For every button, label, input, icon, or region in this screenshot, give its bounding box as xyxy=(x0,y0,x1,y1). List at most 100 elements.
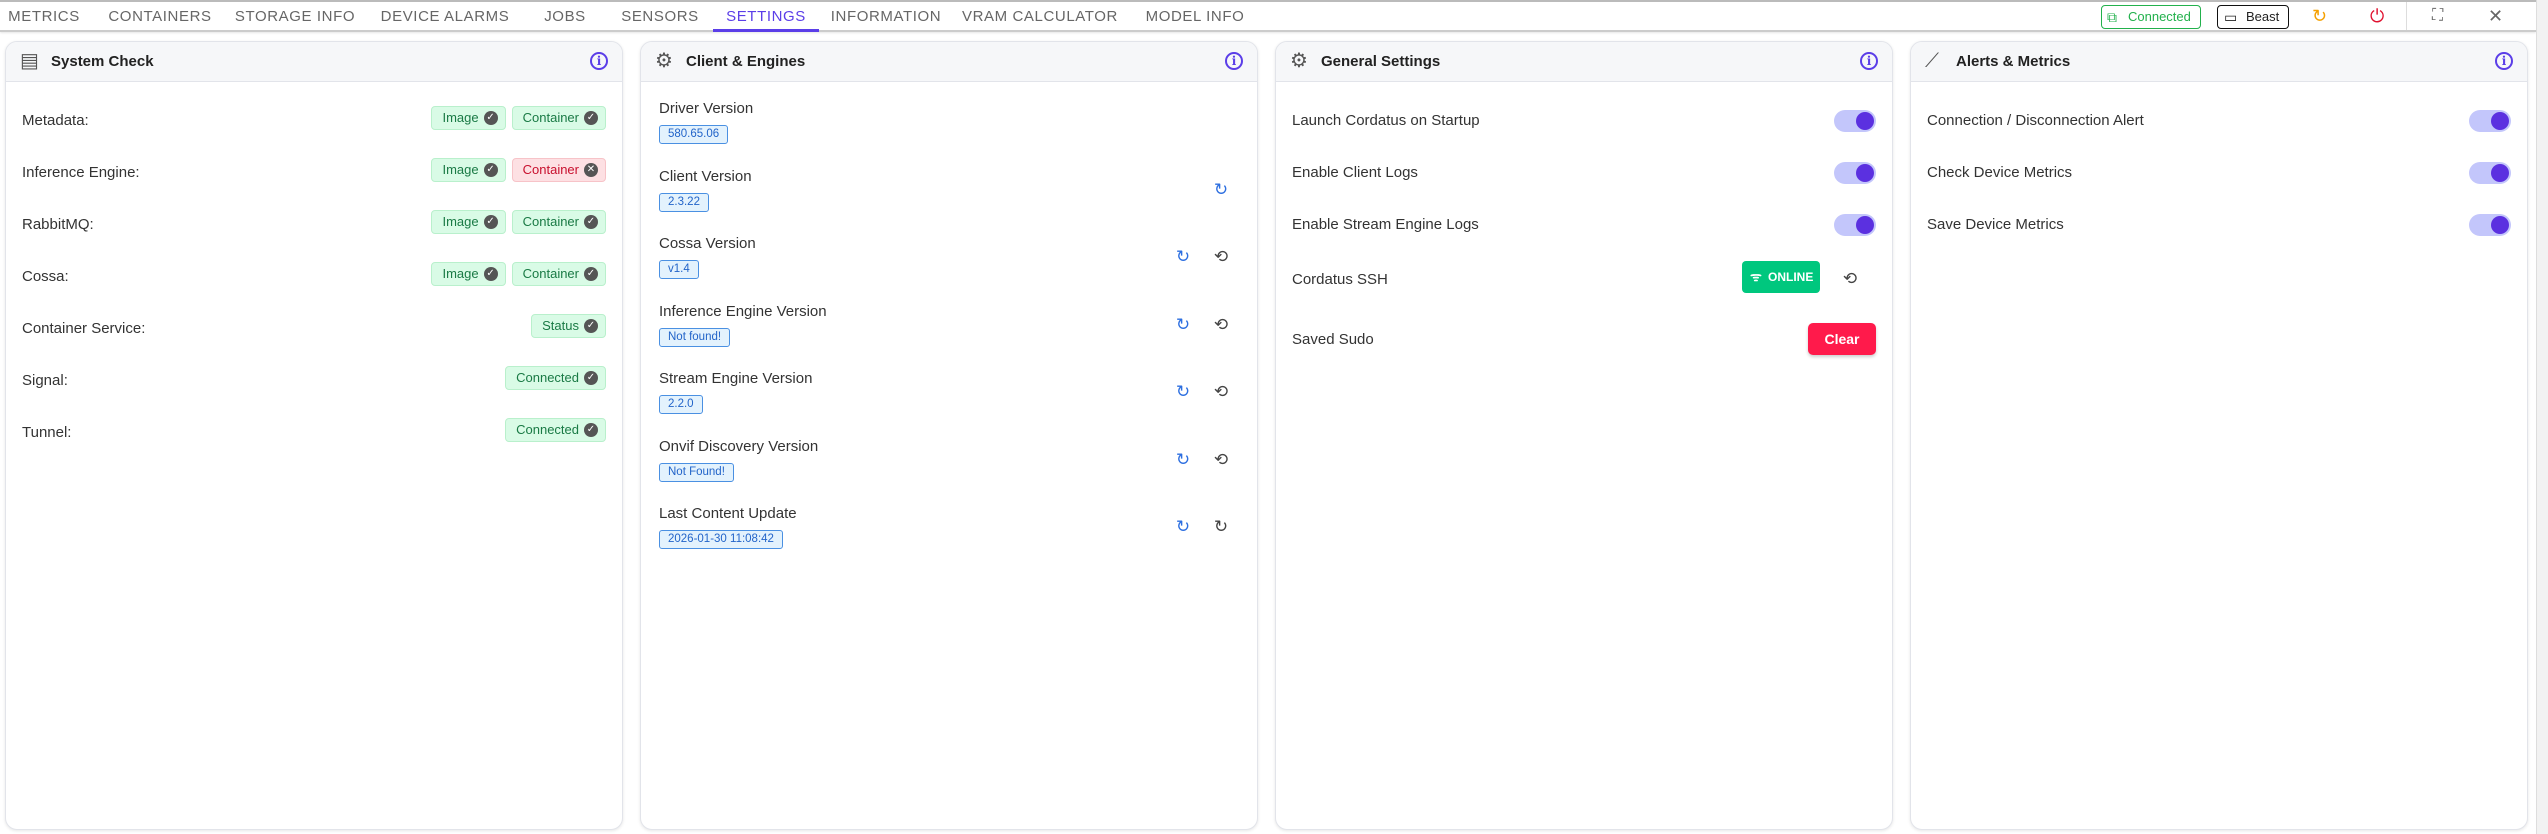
toggle-switch[interactable] xyxy=(1834,214,1876,236)
version-row: Stream Engine Version 2.2.0 ↻ ⟲ xyxy=(659,370,1239,426)
toggle-row: Check Device Metrics xyxy=(1927,158,2511,188)
scrollbar[interactable] xyxy=(2536,0,2548,834)
alerts-metrics-card: ⟋ Alerts & Metrics i Connection / Disconne… xyxy=(1910,41,2528,830)
top-nav: METRICS CONTAINERS STORAGE INFO DEVICE A… xyxy=(0,0,2536,32)
toggle-row: Launch Cordatus on Startup xyxy=(1292,106,1876,136)
toggle-label: Enable Stream Engine Logs xyxy=(1292,216,1479,233)
info-icon[interactable]: i xyxy=(1225,52,1243,70)
reinstall-icon[interactable]: ⟲ xyxy=(1211,315,1231,335)
check-icon: ✓ xyxy=(584,111,598,125)
row-label: Inference Engine: xyxy=(22,164,140,181)
card-title: Alerts & Metrics xyxy=(1956,53,2071,70)
devices-icon: ▭ xyxy=(2224,9,2238,25)
power-icon[interactable]: ⏻ xyxy=(2370,6,2384,26)
network-icon: ⧉ xyxy=(2107,9,2117,25)
system-check-row: Cossa: Image ✓ Container ✓ xyxy=(22,262,606,292)
toggle-label: Connection / Disconnection Alert xyxy=(1927,112,2144,129)
error-icon: ✕ xyxy=(584,163,598,177)
system-check-row: Tunnel: Connected ✓ xyxy=(22,418,606,448)
toggle-row: Enable Stream Engine Logs xyxy=(1292,210,1876,240)
saved-sudo-row: Saved Sudo Clear xyxy=(1292,323,1876,355)
tab-device-alarms[interactable]: DEVICE ALARMS xyxy=(375,2,515,32)
check-update-icon[interactable]: ↻ xyxy=(1173,517,1193,537)
chart-line-icon: ⟋ xyxy=(1925,50,1939,72)
version-row: Onvif Discovery Version Not Found! ↻ ⟲ xyxy=(659,438,1239,494)
system-check-row: Metadata: Image ✓ Container ✓ xyxy=(22,106,606,136)
check-icon: ✓ xyxy=(483,267,498,281)
tab-sensors[interactable]: SENSORS xyxy=(610,2,710,32)
toggle-switch[interactable] xyxy=(2469,110,2511,132)
check-update-icon[interactable]: ↻ xyxy=(1173,450,1193,470)
info-icon[interactable]: i xyxy=(590,52,608,70)
ssh-label: Cordatus SSH xyxy=(1292,271,1388,288)
check-update-icon[interactable]: ↻ xyxy=(1173,315,1193,335)
status-pill: Image ✓ xyxy=(431,262,506,286)
toggle-row: Save Device Metrics xyxy=(1927,210,2511,240)
version-badge: 580.65.06 xyxy=(659,125,729,144)
device-label: Beast xyxy=(2246,9,2280,24)
close-icon[interactable]: ✕ xyxy=(2488,6,2503,26)
tab-model-info[interactable]: MODEL INFO xyxy=(1135,2,1255,32)
gear-icon: ⚙ xyxy=(1290,50,1308,72)
toggle-label: Launch Cordatus on Startup xyxy=(1292,112,1480,129)
version-row: Client Version 2.3.22 ↻ xyxy=(659,168,1239,224)
restart-icon[interactable]: ↻ xyxy=(2312,6,2327,26)
version-row: Inference Engine Version Not found! ↻ ⟲ xyxy=(659,303,1239,359)
tab-metrics[interactable]: METRICS xyxy=(4,2,84,32)
version-badge: 2.3.22 xyxy=(659,192,709,212)
toggle-switch[interactable] xyxy=(1834,162,1876,184)
version-row: Cossa Version v1.4 ↻ ⟲ xyxy=(659,235,1239,291)
server-shield-icon: ▤ xyxy=(20,50,39,72)
version-label: Cossa Version xyxy=(659,235,756,252)
check-update-icon[interactable]: ↻ xyxy=(1211,180,1231,200)
clear-button[interactable]: Clear xyxy=(1808,323,1876,355)
check-update-icon[interactable]: ↻ xyxy=(1173,247,1193,267)
check-icon: ✓ xyxy=(584,371,598,385)
info-icon[interactable]: i xyxy=(2495,52,2513,70)
card-title: General Settings xyxy=(1321,53,1441,70)
toggle-label: Check Device Metrics xyxy=(1927,164,2073,181)
check-update-icon[interactable]: ↻ xyxy=(1173,382,1193,402)
version-row: Driver Version 580.65.06 xyxy=(659,100,1239,156)
version-label: Onvif Discovery Version xyxy=(659,437,819,455)
reinstall-icon[interactable]: ⟲ xyxy=(1211,450,1231,470)
tab-vram-calculator[interactable]: VRAM CALCULATOR xyxy=(960,2,1120,32)
status-pill: Container ✓ xyxy=(511,106,606,130)
tab-containers[interactable]: CONTAINERS xyxy=(100,2,220,32)
version-badge: Not found! xyxy=(659,327,731,347)
toggle-switch[interactable] xyxy=(2469,162,2511,184)
check-icon: ✓ xyxy=(483,163,498,177)
connection-label: Connected xyxy=(2128,9,2191,24)
device-selector[interactable]: ▭ Beast xyxy=(2217,5,2289,29)
tab-information[interactable]: INFORMATION xyxy=(826,2,946,32)
ssh-row: Cordatus SSH ᯤ ONLINE ⟲ xyxy=(1292,261,1876,295)
tab-storage-info[interactable]: STORAGE INFO xyxy=(230,2,360,32)
tab-settings[interactable]: SETTINGS xyxy=(713,2,819,32)
engine-icon: ⚙ xyxy=(655,50,673,72)
check-icon: ✓ xyxy=(584,267,598,281)
system-check-card: ▤ System Check i Metadata: Image ✓ Container ✓… xyxy=(5,41,623,830)
reinstall-icon[interactable]: ⟲ xyxy=(1211,247,1231,267)
status-pill: Status ✓ xyxy=(531,314,606,338)
connection-status[interactable]: ⧉ Connected xyxy=(2101,5,2201,29)
info-icon[interactable]: i xyxy=(1860,52,1878,70)
toggle-switch[interactable] xyxy=(2469,214,2511,236)
fullscreen-icon[interactable]: ⛶ xyxy=(2432,6,2443,26)
status-pill: Container ✓ xyxy=(511,210,606,234)
system-check-row: Signal: Connected ✓ xyxy=(22,366,606,396)
toggle-row: Enable Client Logs xyxy=(1292,158,1876,188)
toggle-switch[interactable] xyxy=(1834,110,1876,132)
status-pill: Image ✓ xyxy=(431,106,506,130)
version-row: Last Content Update 2026-01-30 11:08:42 ↻ ↻ xyxy=(659,505,1239,561)
status-pill: Image ✓ xyxy=(431,158,506,182)
saved-sudo-label: Saved Sudo xyxy=(1292,331,1374,348)
tab-jobs[interactable]: JOBS xyxy=(530,2,600,32)
status-pill: Container ✕ xyxy=(511,158,606,182)
system-check-row: RabbitMQ: Image ✓ Container ✓ xyxy=(22,210,606,240)
reconnect-icon[interactable]: ⟲ xyxy=(1840,269,1860,289)
reinstall-icon[interactable]: ⟲ xyxy=(1211,382,1231,402)
row-label: Signal: xyxy=(22,372,68,389)
refresh-icon[interactable]: ↻ xyxy=(1211,517,1231,537)
status-pill: Connected ✓ xyxy=(505,366,606,390)
card-title: System Check xyxy=(51,53,154,70)
